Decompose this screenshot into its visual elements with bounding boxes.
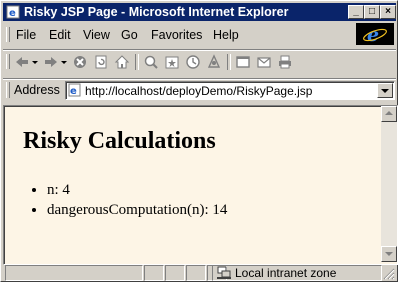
fullscreen-icon[interactable] — [235, 54, 251, 70]
address-bar: Address e http://localhost/deployDemo/Ri… — [3, 78, 396, 101]
minimize-button[interactable]: _ — [348, 5, 364, 19]
status-text-panel — [5, 265, 143, 281]
menu-view[interactable]: View — [83, 28, 110, 42]
scroll-up-button[interactable] — [381, 106, 397, 122]
mail-icon[interactable] — [256, 54, 272, 70]
menu-help[interactable]: Help — [213, 28, 239, 42]
menu-go[interactable]: Go — [121, 28, 138, 42]
forward-icon[interactable] — [43, 54, 59, 70]
history-icon[interactable] — [185, 54, 201, 70]
menu-bar: File Edit View Go Favorites Help — [3, 25, 396, 45]
svg-text:e: e — [367, 24, 379, 45]
back-dropdown-icon[interactable] — [31, 54, 39, 70]
zone-label: Local intranet zone — [235, 266, 337, 280]
status-bar: Local intranet zone — [3, 265, 396, 281]
favorites-icon[interactable] — [164, 54, 180, 70]
address-input[interactable]: e http://localhost/deployDemo/RiskyPage.… — [65, 81, 395, 100]
address-label: Address — [14, 83, 60, 97]
svg-text:e: e — [70, 86, 77, 97]
status-panel — [144, 265, 164, 281]
print-icon[interactable] — [277, 54, 293, 70]
result-list: n: 4 dangerousComputation(n): 14 — [23, 180, 227, 220]
maximize-button[interactable]: □ — [364, 5, 380, 19]
menu-edit[interactable]: Edit — [49, 28, 71, 42]
address-grip[interactable] — [6, 82, 10, 98]
status-panel — [165, 265, 185, 281]
refresh-icon[interactable] — [93, 54, 109, 70]
toolbar-separator — [135, 54, 139, 70]
search-icon[interactable] — [143, 54, 159, 70]
menu-file[interactable]: File — [16, 28, 36, 42]
stop-icon[interactable] — [72, 54, 88, 70]
standard-toolbar — [3, 49, 396, 74]
address-url: http://localhost/deployDemo/RiskyPage.js… — [85, 84, 313, 98]
menu-grip[interactable] — [6, 27, 10, 42]
toolbar-separator — [227, 54, 231, 70]
ie-logo-icon: e — [356, 23, 394, 46]
home-icon[interactable] — [114, 54, 130, 70]
window-title: Risky JSP Page - Microsoft Internet Expl… — [24, 5, 289, 19]
resize-grip-icon[interactable] — [383, 268, 395, 280]
ie-page-icon: e — [6, 5, 20, 19]
svg-text:e: e — [9, 8, 16, 19]
vertical-scrollbar[interactable] — [381, 106, 397, 262]
page-icon: e — [68, 83, 81, 97]
menu-favorites[interactable]: Favorites — [151, 28, 202, 42]
page-viewport: Risky Calculations n: 4 dangerousComputa… — [3, 105, 398, 265]
page-heading: Risky Calculations — [23, 128, 216, 154]
security-zone-panel: Local intranet zone — [212, 265, 382, 281]
list-item: n: 4 — [47, 180, 227, 200]
close-button[interactable]: × — [380, 5, 396, 19]
browser-window: e Risky JSP Page - Microsoft Internet Ex… — [0, 0, 398, 282]
address-dropdown-button[interactable] — [377, 83, 393, 98]
web-page: Risky Calculations n: 4 dangerousComputa… — [4, 106, 381, 262]
list-item: dangerousComputation(n): 14 — [47, 200, 227, 220]
forward-dropdown-icon[interactable] — [60, 54, 68, 70]
toolbar-grip[interactable] — [6, 54, 10, 69]
title-bar[interactable]: e Risky JSP Page - Microsoft Internet Ex… — [3, 3, 396, 21]
intranet-zone-icon — [217, 266, 231, 279]
channels-icon[interactable] — [206, 54, 222, 70]
back-icon[interactable] — [14, 54, 30, 70]
status-panel — [186, 265, 206, 281]
scroll-down-button[interactable] — [381, 246, 397, 262]
